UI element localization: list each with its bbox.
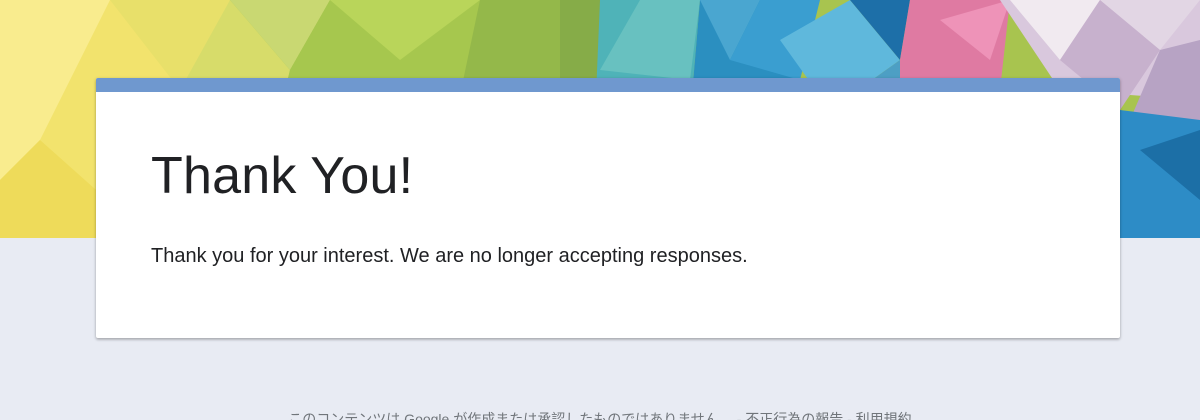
confirmation-message: Thank you for your interest. We are no l… bbox=[151, 245, 748, 267]
confirmation-title: Thank You! bbox=[151, 147, 414, 205]
card-accent-bar bbox=[96, 78, 1120, 92]
form-page: Thank You! Thank you for your interest. … bbox=[0, 0, 1200, 420]
confirmation-card: Thank You! Thank you for your interest. … bbox=[96, 78, 1120, 338]
footer-disclaimer: このコンテンツは Google が作成または承認したものではありません。 - 不… bbox=[288, 411, 912, 420]
